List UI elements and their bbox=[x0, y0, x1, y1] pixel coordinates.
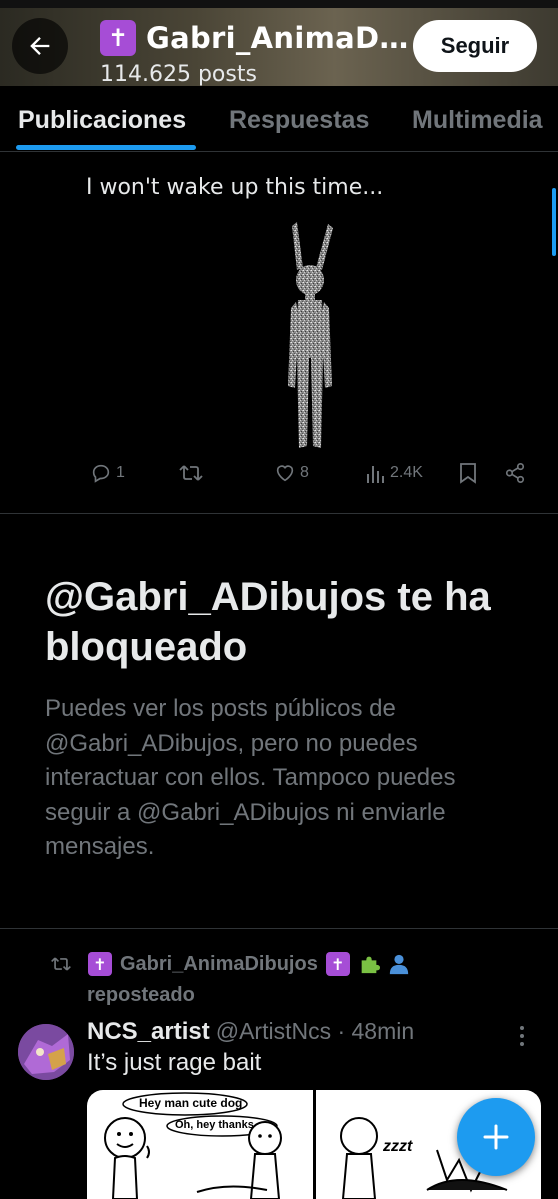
blocked-title: @Gabri_ADibujos te ha bloqueado bbox=[45, 575, 491, 669]
back-button[interactable] bbox=[12, 18, 68, 74]
blocked-divider bbox=[0, 928, 558, 929]
repost-context[interactable]: ✝ Gabri_AnimaDibujos ✝ bbox=[50, 952, 410, 976]
post-actions: 1 8 2.4K bbox=[0, 462, 558, 500]
avatar[interactable] bbox=[18, 1024, 74, 1080]
views-count: 2.4K bbox=[390, 464, 423, 481]
post-header: NCS_artist @ArtistNcs · 48min bbox=[87, 1018, 414, 1046]
profile-title-row: ✝ Gabri_AnimaD… bbox=[100, 20, 409, 56]
more-options-icon[interactable] bbox=[518, 1024, 526, 1048]
comic-bubble-text: Hey man cute dog bbox=[139, 1096, 243, 1110]
cross-emoji-icon: ✝ bbox=[325, 952, 350, 976]
active-tab-indicator bbox=[16, 145, 196, 150]
scrollbar[interactable] bbox=[552, 188, 556, 256]
plus-icon bbox=[483, 1124, 509, 1150]
comic-panel-divider bbox=[313, 1090, 316, 1199]
author-name[interactable]: NCS_artist bbox=[87, 1018, 210, 1046]
repost-label: reposteado bbox=[87, 984, 195, 1006]
tab-multimedia[interactable]: Multimedia bbox=[412, 106, 543, 135]
views-chart-icon bbox=[367, 466, 384, 483]
share-button[interactable] bbox=[504, 462, 526, 484]
arrow-left-icon bbox=[30, 37, 50, 55]
views-button[interactable]: 2.4K bbox=[366, 462, 423, 484]
comic-bubble-text: Oh, hey thanks bbox=[175, 1119, 254, 1131]
reply-button[interactable]: 1 bbox=[90, 462, 125, 484]
author-handle[interactable]: @ArtistNcs · 48min bbox=[216, 1018, 414, 1045]
post-caption: I won't wake up this time... bbox=[86, 175, 384, 200]
cross-emoji-icon: ✝ bbox=[88, 952, 112, 976]
repost-icon bbox=[179, 465, 203, 481]
profile-tabs: Publicaciones Respuestas Multimedia bbox=[0, 86, 558, 152]
profile-header: ✝ Gabri_AnimaD… 114.625 posts Seguir bbox=[0, 0, 558, 86]
tab-publicaciones[interactable]: Publicaciones bbox=[18, 106, 186, 135]
like-count: 8 bbox=[300, 464, 309, 481]
reply-count: 1 bbox=[116, 464, 125, 481]
like-button[interactable]: 8 bbox=[274, 462, 309, 484]
person-silhouette-emoji-icon bbox=[389, 954, 408, 975]
blocked-description: Puedes ver los posts públicos de @Gabri_… bbox=[45, 695, 456, 860]
bookmark-button[interactable] bbox=[458, 462, 478, 484]
profile-title: Gabri_AnimaD… bbox=[146, 21, 409, 55]
puzzle-emoji-icon bbox=[361, 956, 380, 974]
post-count: 114.625 posts bbox=[100, 62, 257, 86]
reposter-name: Gabri_AnimaDibujos bbox=[120, 952, 318, 975]
reply-icon bbox=[92, 464, 110, 483]
repost-icon bbox=[51, 957, 71, 971]
bookmark-icon bbox=[460, 463, 476, 484]
heart-icon bbox=[276, 465, 294, 482]
comic-bubble-text: zzzt bbox=[383, 1138, 413, 1155]
cross-emoji-icon: ✝ bbox=[100, 20, 136, 56]
share-icon bbox=[505, 463, 525, 483]
post-image[interactable] bbox=[275, 218, 345, 454]
tab-respuestas[interactable]: Respuestas bbox=[229, 106, 369, 135]
compose-post-button[interactable] bbox=[457, 1098, 535, 1176]
follow-button[interactable]: Seguir bbox=[413, 20, 537, 72]
repost-button[interactable] bbox=[178, 462, 204, 484]
post-divider bbox=[0, 513, 558, 514]
post-text: It’s just rage bait bbox=[87, 1049, 262, 1076]
